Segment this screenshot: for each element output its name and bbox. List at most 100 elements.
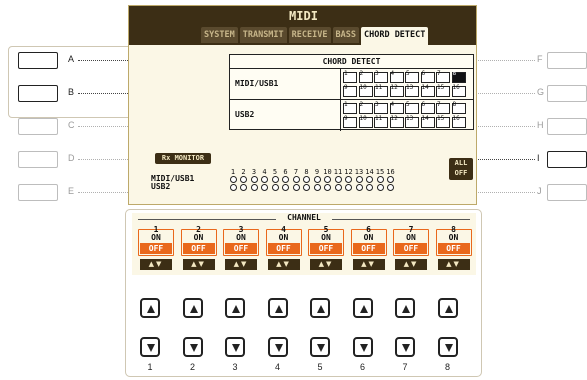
button-j[interactable] [547,184,587,201]
channel-off-option[interactable]: OFF [267,243,300,254]
channel-cell[interactable]: 10 [358,84,373,97]
channel-off-option[interactable]: OFF [395,243,427,254]
button-f[interactable] [547,52,587,69]
channel-cell[interactable]: 5 [405,101,419,114]
button-label-d: D [68,153,75,163]
rx-indicator [334,176,342,183]
up-button-2[interactable] [182,298,203,318]
channel-cell[interactable]: 7 [436,70,450,83]
channel-off-option[interactable]: OFF [352,243,385,254]
channel-cell[interactable]: 6 [420,70,435,83]
down-button-1[interactable] [140,337,160,357]
rx-indicator [240,176,247,183]
channel-on-option[interactable]: ON [393,233,429,242]
tab-receive[interactable]: RECEIVE [288,27,331,43]
channel-cell[interactable]: 8 [451,101,466,114]
channel-cell[interactable]: 14 [420,84,435,97]
channel-off-option[interactable]: OFF [225,243,257,254]
down-button-4[interactable] [267,337,288,357]
up-button-3[interactable] [225,298,245,318]
channel-on-option[interactable]: ON [181,233,217,242]
channel-cell[interactable]: 6 [420,101,435,114]
channel-off-option[interactable]: OFF [310,243,342,254]
channel-cell[interactable]: 11 [374,84,388,97]
down-button-2[interactable] [182,337,203,357]
connector-line [78,60,134,61]
channel-cell[interactable]: 2 [358,101,373,114]
rx-indicator [250,176,258,183]
channel-cell[interactable]: 13 [405,84,419,97]
channel-cell[interactable]: 3 [374,70,388,83]
channel-on-option[interactable]: ON [266,233,302,242]
channel-cell[interactable]: 16 [451,84,466,97]
channel-off-option[interactable]: OFF [437,243,470,254]
channel-cell[interactable]: 12 [389,84,404,97]
down-button-6[interactable] [352,337,373,357]
channel-column: 5 ON OFF ▲▼ [308,225,344,273]
channel-cell[interactable]: 12 [389,115,404,128]
up-button-8[interactable] [437,298,458,318]
channel-cell[interactable]: 9 [343,84,357,97]
channel-number: 6 [421,101,426,108]
channel-cell[interactable]: 1 [343,101,357,114]
rx-indicator [324,176,331,183]
channel-cell[interactable]: 11 [374,115,388,128]
channel-cell[interactable]: 3 [374,101,388,114]
up-arrow-icon [402,305,410,313]
channel-number: 4 [390,101,395,108]
button-i[interactable] [547,151,587,168]
channel-number: 16 [452,84,460,91]
down-button-5[interactable] [310,337,330,357]
button-c[interactable] [18,118,58,135]
all-off-button[interactable]: ALL OFF [449,158,473,180]
channel-number: 8 [452,70,457,77]
up-button-7[interactable] [395,298,415,318]
channel-cell[interactable]: 16 [451,115,466,128]
channel-cell[interactable]: 5 [405,70,419,83]
channel-cell[interactable]: 15 [436,84,450,97]
button-e[interactable] [18,184,58,201]
channel-cell[interactable]: 9 [343,115,357,128]
channel-cell[interactable]: 1 [343,70,357,83]
channel-on-option[interactable]: ON [308,233,344,242]
up-down-arrows-icon: ▲▼ [182,259,215,270]
down-button-3[interactable] [225,337,245,357]
up-button-6[interactable] [352,298,373,318]
channel-cell[interactable]: 10 [358,115,373,128]
channel-on-option[interactable]: ON [351,233,387,242]
tab-bass[interactable]: BASS [332,27,359,43]
rx-indicator [366,184,373,191]
channel-cell[interactable]: 15 [436,115,450,128]
channel-off-option[interactable]: OFF [140,243,172,254]
button-a[interactable] [18,52,58,69]
channel-on-option[interactable]: ON [138,233,174,242]
button-b[interactable] [18,85,58,102]
button-h[interactable] [547,118,587,135]
channel-cell[interactable]: 4 [389,101,404,114]
rx-indicator [261,176,268,183]
channel-cell[interactable]: 7 [436,101,450,114]
up-button-5[interactable] [310,298,330,318]
channel-cell[interactable]: 4 [389,70,404,83]
down-button-7[interactable] [395,337,415,357]
tab-system[interactable]: SYSTEM [201,27,238,43]
channel-on-option[interactable]: ON [436,233,472,242]
channel-cell[interactable]: 2 [358,70,373,83]
channel-cell[interactable]: 14 [420,115,435,128]
down-button-8[interactable] [437,337,458,357]
channel-number: 11 [375,84,383,91]
channel-off-option[interactable]: OFF [182,243,215,254]
channel-on-option[interactable]: ON [223,233,259,242]
all-off-line2: OFF [454,169,468,177]
up-button-1[interactable] [140,298,160,318]
tab-chord-detect[interactable]: CHORD DETECT [360,27,429,45]
channel-number: 15 [437,115,445,122]
button-g[interactable] [547,85,587,102]
channel-cell[interactable]: 13 [405,115,419,128]
tab-transmit[interactable]: TRANSMIT [239,27,287,43]
button-label-f: F [537,54,543,64]
divider [138,219,276,220]
up-button-4[interactable] [267,298,288,318]
channel-cell[interactable]: 8 [451,70,466,83]
button-d[interactable] [18,151,58,168]
